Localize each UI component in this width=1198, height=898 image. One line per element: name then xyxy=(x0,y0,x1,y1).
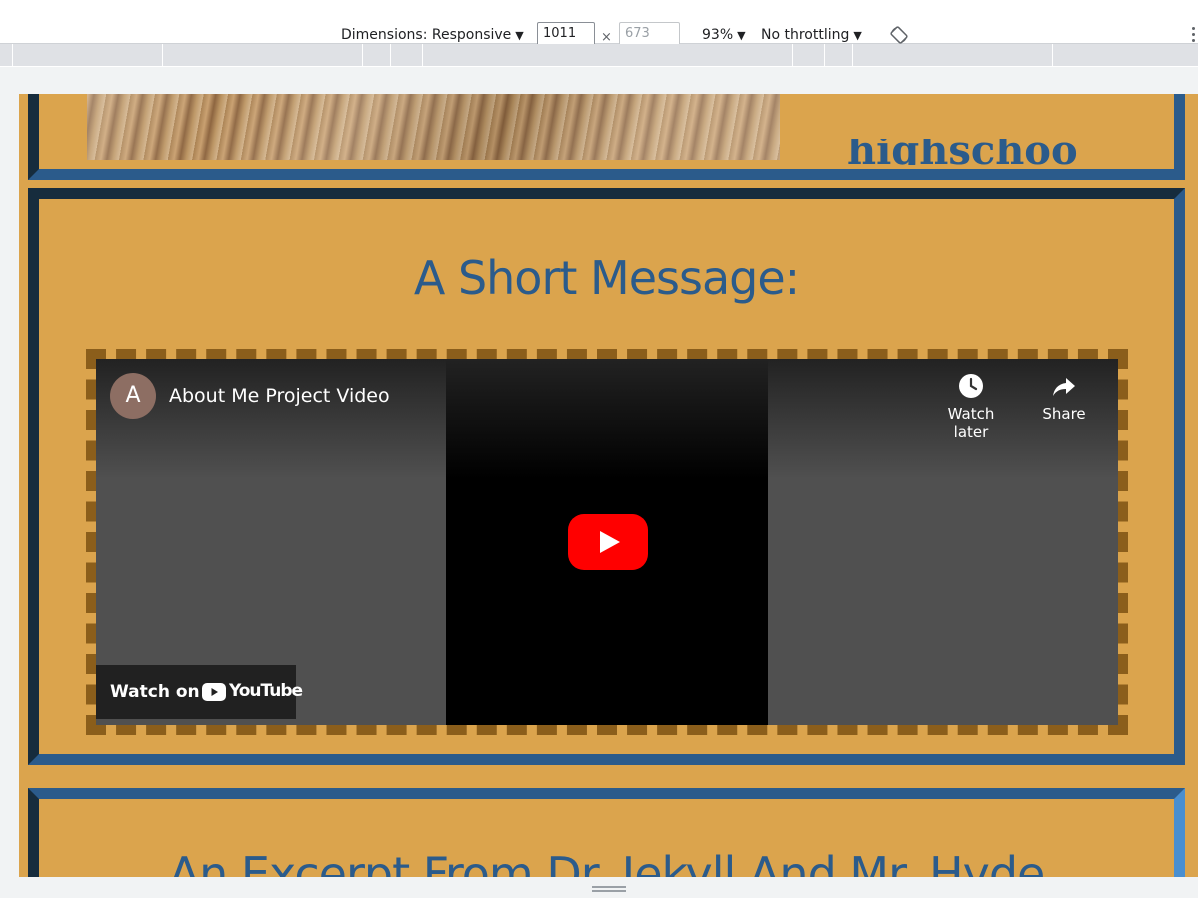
excerpt-card: An Excerpt From Dr. Jekyll And Mr. Hyde xyxy=(28,788,1185,877)
clock-icon xyxy=(959,374,983,398)
message-card: A Short Message: A About Me Project Vide… xyxy=(28,188,1185,765)
share-button[interactable]: Share xyxy=(1040,373,1088,423)
zoom-label: 93% xyxy=(702,27,734,43)
hero-heading-text: highschool xyxy=(847,139,1077,165)
youtube-embed[interactable]: A About Me Project Video Watch later Sha… xyxy=(96,359,1118,725)
hero-heading: highschool xyxy=(847,139,1077,165)
throttling-dropdown[interactable]: No throttling ▼ xyxy=(761,27,862,43)
youtube-play-icon[interactable] xyxy=(568,514,648,570)
share-label: Share xyxy=(1042,405,1086,423)
throttling-label: No throttling xyxy=(761,27,850,43)
share-icon xyxy=(1053,378,1075,396)
youtube-logo-icon xyxy=(202,683,226,701)
rotate-icon[interactable] xyxy=(890,26,908,44)
zoom-dropdown[interactable]: 93% ▼ xyxy=(702,27,746,43)
chevron-down-icon: ▼ xyxy=(853,29,862,42)
video-frame: A About Me Project Video Watch later Sha… xyxy=(86,349,1128,735)
watch-on-label: Watch on xyxy=(110,682,200,702)
media-query-bar[interactable] xyxy=(0,44,1198,67)
watch-on-youtube-button[interactable]: Watch on YouTube xyxy=(96,665,303,719)
chevron-down-icon: ▼ xyxy=(737,29,746,42)
devtools-device-toolbar: Dimensions: Responsive ▼ 1011 × 673 93% ▼ … xyxy=(0,0,1198,48)
excerpt-title: An Excerpt From Dr. Jekyll And Mr. Hyde xyxy=(168,847,1046,877)
dimensions-label: Dimensions: Responsive xyxy=(341,27,512,43)
dimensions-dropdown[interactable]: Dimensions: Responsive ▼ xyxy=(341,27,524,43)
message-title: A Short Message: xyxy=(413,251,800,305)
chevron-down-icon: ▼ xyxy=(515,29,524,42)
channel-avatar[interactable]: A xyxy=(110,373,156,419)
resize-handle-icon[interactable] xyxy=(592,886,626,888)
resize-bar[interactable] xyxy=(0,877,1198,898)
hero-card: highschool xyxy=(28,94,1185,180)
video-title[interactable]: About Me Project Video xyxy=(169,385,390,407)
times-separator: × xyxy=(601,30,612,45)
watch-later-label: Watch later xyxy=(947,405,995,441)
youtube-wordmark: YouTube xyxy=(229,681,303,701)
hero-image xyxy=(87,94,780,160)
emulated-viewport: highschool A Short Message: A About Me P… xyxy=(19,94,1198,877)
watch-later-button[interactable]: Watch later xyxy=(928,373,1014,441)
